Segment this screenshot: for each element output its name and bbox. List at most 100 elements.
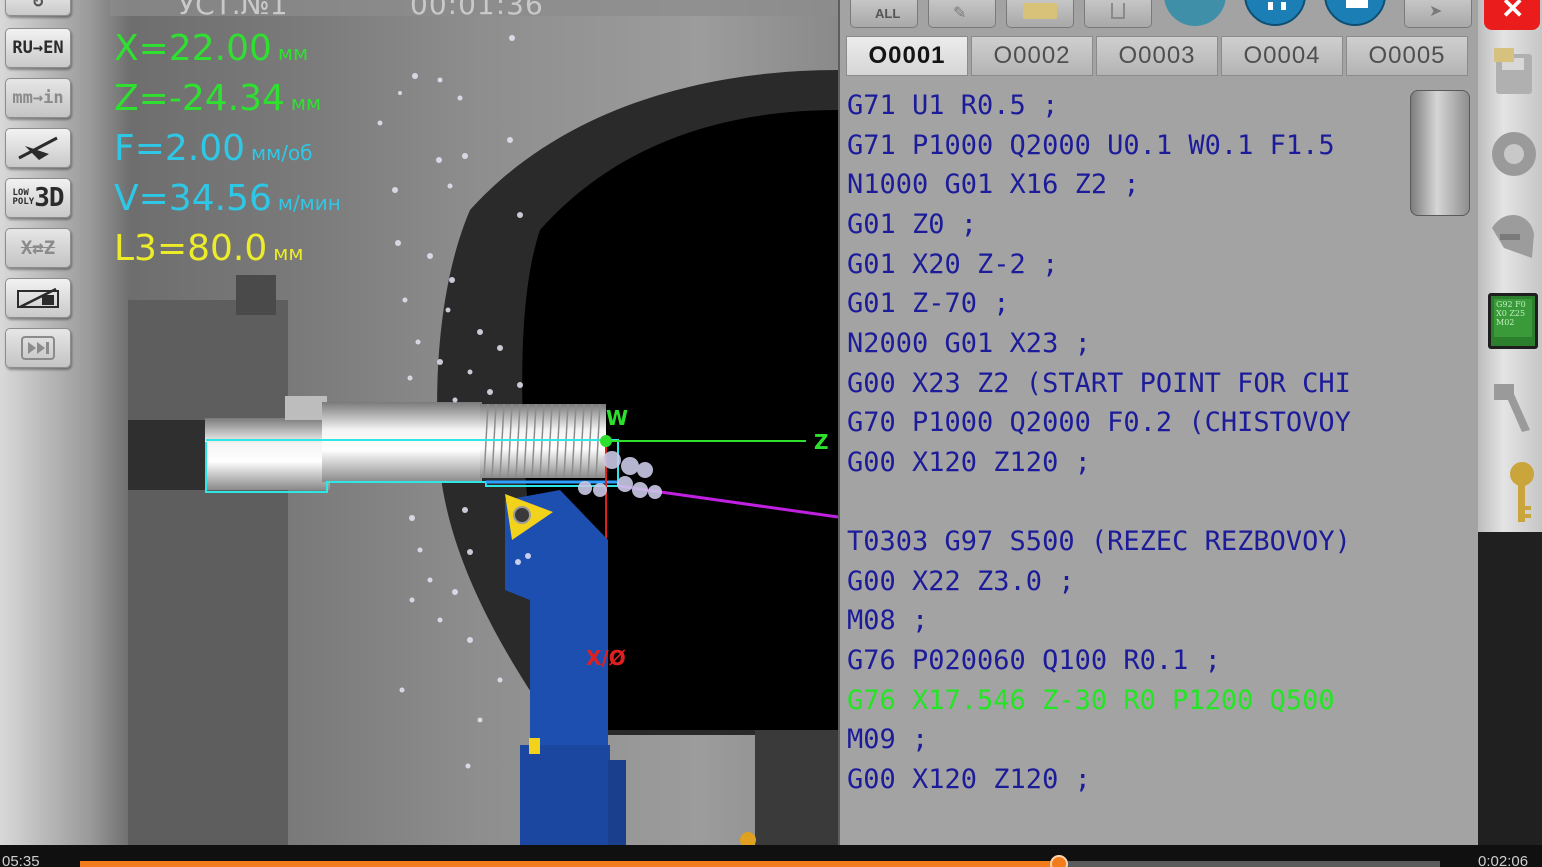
show-all-button[interactable]: ALL bbox=[850, 0, 918, 28]
workpiece-body bbox=[322, 402, 482, 482]
wrench-icon: ✎ bbox=[953, 3, 967, 22]
lathe-scene bbox=[128, 35, 838, 845]
tool-length-readout: L3=80.0 мм bbox=[114, 228, 303, 269]
lowpoly-label-3d: 3D bbox=[34, 183, 64, 213]
code-line[interactable] bbox=[847, 483, 1407, 523]
swap-axes-button[interactable]: X⇄Z bbox=[5, 228, 71, 268]
right-toolbar: ✕ G92 F0 X0 Z25 M02 bbox=[1478, 0, 1542, 845]
workpiece-zero-label: W bbox=[606, 406, 629, 430]
section-view-icon bbox=[17, 287, 59, 309]
code-line[interactable]: G01 Z0 ; bbox=[847, 205, 1407, 245]
code-line-current[interactable]: G76 X17.546 Z-30 R0 P1200 Q500 bbox=[847, 681, 1407, 721]
code-line[interactable]: N2000 G01 X23 ; bbox=[847, 324, 1407, 364]
pause-button[interactable] bbox=[1244, 0, 1306, 26]
units-toggle-label: mm→in bbox=[12, 88, 64, 108]
fast-forward-button[interactable] bbox=[5, 328, 71, 368]
seek-bar-handle[interactable] bbox=[1050, 855, 1069, 867]
machine-viewport[interactable]: УСТ.№1 00:01:36 ↻ RU→EN mm→in LOW POLY 3… bbox=[0, 0, 838, 845]
cycle-card-text: G92 F0 X0 Z25 M02 bbox=[1494, 299, 1532, 337]
stop-button[interactable] bbox=[1324, 0, 1386, 26]
code-line[interactable]: G71 P1000 Q2000 U0.1 W0.1 F1.5 bbox=[847, 126, 1407, 166]
section-view-button[interactable] bbox=[5, 278, 71, 318]
tool-length-value: L3=80.0 bbox=[114, 228, 268, 269]
gcode-listing[interactable]: G71 U1 R0.5 ; G71 P1000 Q2000 U0.1 W0.1 … bbox=[840, 82, 1408, 845]
rewind-button[interactable] bbox=[1164, 0, 1226, 26]
tab-o0002[interactable]: O0002 bbox=[971, 36, 1093, 76]
feed-unit: мм/об bbox=[251, 141, 313, 165]
cut-view-button[interactable] bbox=[5, 128, 71, 168]
edit-button[interactable]: ✎ bbox=[928, 0, 996, 28]
tab-o0005[interactable]: O0005 bbox=[1346, 36, 1468, 76]
code-line[interactable]: G00 X22 Z3.0 ; bbox=[847, 562, 1407, 602]
tool-length-unit: мм bbox=[273, 241, 304, 265]
save-button[interactable] bbox=[1484, 44, 1538, 104]
canned-cycle-card[interactable]: G92 F0 X0 Z25 M02 bbox=[1488, 293, 1538, 349]
step-button[interactable]: ➤ bbox=[1404, 0, 1472, 28]
feed-value: F=2.00 bbox=[114, 128, 246, 169]
speed-unit: м/мин bbox=[277, 191, 341, 215]
language-toggle-button[interactable]: RU→EN bbox=[5, 28, 71, 68]
x-axis-label: X/Ø bbox=[586, 646, 626, 670]
slash-tool-icon bbox=[18, 136, 58, 160]
swap-axes-label: X⇄Z bbox=[20, 237, 56, 259]
code-scrollbar-thumb[interactable] bbox=[1410, 90, 1470, 216]
code-line[interactable]: G01 X20 Z-2 ; bbox=[847, 245, 1407, 285]
caliper-button[interactable] bbox=[1484, 372, 1538, 442]
view-toolbar: ↻ RU→EN mm→in LOW POLY 3D X⇄Z bbox=[0, 0, 76, 380]
feed-readout: F=2.00 мм/об bbox=[114, 128, 313, 169]
speed-readout: V=34.56 м/мин bbox=[114, 178, 341, 219]
seek-bar[interactable] bbox=[80, 855, 1440, 867]
elapsed-time: 05:35 bbox=[2, 853, 40, 867]
chuck-button[interactable] bbox=[1484, 120, 1538, 188]
z-position-unit: мм bbox=[290, 91, 322, 115]
code-line[interactable]: M08 ; bbox=[847, 601, 1407, 641]
lowpoly-label: LOW POLY bbox=[13, 189, 35, 207]
chuck-icon bbox=[1492, 132, 1536, 176]
video-player-bar: 05:35 0:02:06 bbox=[0, 845, 1542, 867]
tool-turret-button[interactable] bbox=[1484, 198, 1538, 272]
show-all-label: ALL bbox=[875, 6, 901, 21]
tab-o0004[interactable]: O0004 bbox=[1221, 36, 1343, 76]
language-toggle-label: RU→EN bbox=[12, 38, 64, 58]
code-line[interactable]: G00 X120 Z120 ; bbox=[847, 443, 1407, 483]
toolbar-bottom-area bbox=[1478, 532, 1542, 845]
key-icon bbox=[1510, 462, 1534, 522]
tab-o0003[interactable]: O0003 bbox=[1096, 36, 1218, 76]
code-line[interactable]: T0303 G97 S500 (REZEC REZBOVOY) bbox=[847, 522, 1407, 562]
x-position-value: X=22.00 bbox=[114, 28, 272, 69]
delete-button[interactable] bbox=[1084, 0, 1152, 28]
open-folder-button[interactable] bbox=[1006, 0, 1074, 28]
stop-icon bbox=[1346, 0, 1368, 8]
code-line[interactable]: M09 ; bbox=[847, 720, 1407, 760]
arrow-icon: ➤ bbox=[1429, 1, 1443, 20]
code-line[interactable]: N1000 G01 X16 Z2 ; bbox=[847, 165, 1407, 205]
trash-icon bbox=[1111, 3, 1125, 19]
code-line[interactable]: G00 X120 Z120 ; bbox=[847, 760, 1407, 800]
editor-toolbar: ALL ✎ ➤ bbox=[840, 0, 1480, 32]
code-line[interactable]: G71 U1 R0.5 ; bbox=[847, 86, 1407, 126]
x-position-readout: X=22.00 мм bbox=[114, 28, 308, 69]
close-button[interactable]: ✕ bbox=[1484, 0, 1540, 30]
program-editor: ALL ✎ ➤ O0001 O0002 O0003 O0004 O0005 G7… bbox=[838, 0, 1478, 845]
reset-view-button[interactable]: ↻ bbox=[5, 0, 71, 16]
z-axis-label: Z bbox=[814, 430, 829, 454]
code-line[interactable]: G01 Z-70 ; bbox=[847, 284, 1407, 324]
code-line[interactable]: G70 P1000 Q2000 F0.2 (CHISTOVOY bbox=[847, 403, 1407, 443]
speed-value: V=34.56 bbox=[114, 178, 272, 219]
save-icon bbox=[1494, 48, 1532, 94]
tab-o0001[interactable]: O0001 bbox=[846, 36, 968, 76]
workpiece-shank bbox=[205, 418, 330, 490]
z-position-readout: Z=-24.34 мм bbox=[114, 78, 321, 119]
key-button[interactable] bbox=[1484, 456, 1538, 528]
fast-forward-icon bbox=[21, 336, 55, 360]
z-position-value: Z=-24.34 bbox=[114, 78, 285, 119]
rotate-icon: ↻ bbox=[32, 0, 44, 11]
code-line[interactable]: G00 X23 Z2 (START POINT FOR CHI bbox=[847, 364, 1407, 404]
units-toggle-button[interactable]: mm→in bbox=[5, 78, 71, 118]
tool-turret-icon bbox=[1492, 215, 1534, 258]
code-line[interactable]: G76 P020060 Q100 R0.1 ; bbox=[847, 641, 1407, 681]
lowpoly-3d-button[interactable]: LOW POLY 3D bbox=[5, 178, 71, 218]
remaining-time: 0:02:06 bbox=[1478, 853, 1529, 867]
x-position-unit: мм bbox=[277, 41, 309, 65]
close-icon: ✕ bbox=[1501, 0, 1525, 24]
